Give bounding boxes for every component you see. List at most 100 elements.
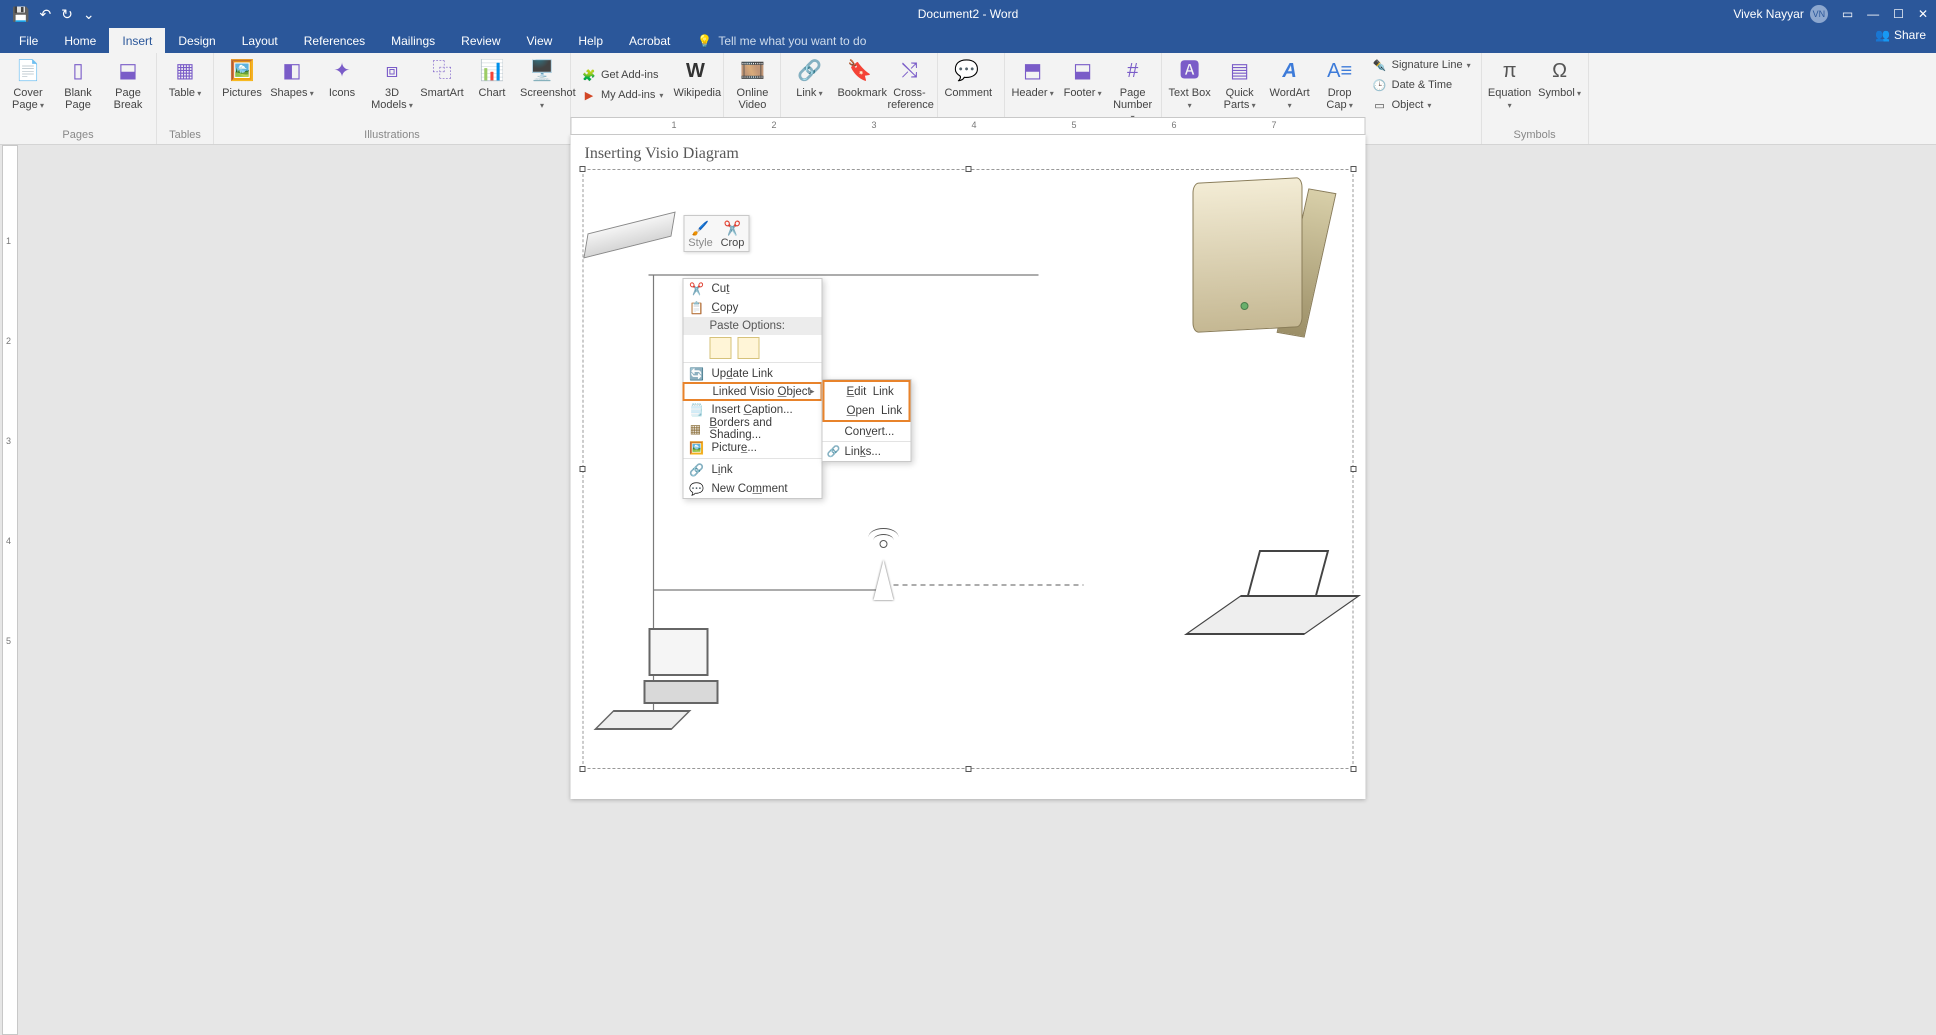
desktop-pc-shape bbox=[604, 628, 744, 748]
horizontal-ruler: 1 2 3 4 5 6 7 bbox=[571, 117, 1366, 135]
tab-mailings[interactable]: Mailings bbox=[378, 28, 448, 53]
crop-button[interactable]: ✂️ Crop bbox=[717, 216, 749, 251]
submenu-edit-link[interactable]: Edit Link bbox=[825, 382, 909, 401]
window-title: Document2 - Word bbox=[918, 7, 1018, 21]
text-box-button[interactable]: 🅰Text Box bbox=[1168, 55, 1212, 111]
icons-button[interactable]: ✦Icons bbox=[320, 55, 364, 99]
lightbulb-icon: 💡 bbox=[697, 34, 712, 48]
close-icon[interactable]: ✕ bbox=[1918, 7, 1928, 21]
header-button[interactable]: ⬒Header bbox=[1011, 55, 1055, 99]
paste-options-header: Paste Options: bbox=[684, 317, 822, 335]
page-break-button[interactable]: ⬓Page Break bbox=[106, 55, 150, 111]
chart-button[interactable]: 📊Chart bbox=[470, 55, 514, 99]
redo-icon[interactable]: ↻ bbox=[61, 6, 73, 23]
quick-access-toolbar: 💾 ↶ ↻ ⌄ bbox=[0, 6, 95, 23]
bookmark-button[interactable]: 🔖Bookmark bbox=[837, 55, 881, 99]
document-heading: Inserting Visio Diagram bbox=[585, 145, 1358, 163]
context-update-link[interactable]: 🔄Update Link bbox=[684, 364, 822, 383]
ribbon-tabs: File Home Insert Design Layout Reference… bbox=[0, 28, 1936, 53]
tell-me-search[interactable]: 💡 Tell me what you want to do bbox=[697, 28, 866, 53]
quick-parts-button[interactable]: ▤Quick Parts bbox=[1218, 55, 1262, 111]
maximize-icon[interactable]: ☐ bbox=[1893, 7, 1904, 21]
wireless-ap-shape bbox=[874, 540, 894, 600]
tell-me-placeholder: Tell me what you want to do bbox=[718, 34, 866, 48]
undo-icon[interactable]: ↶ bbox=[39, 6, 51, 23]
style-button[interactable]: 🖌️ Style bbox=[685, 216, 717, 251]
link-button[interactable]: 🔗Link bbox=[787, 55, 831, 99]
share-icon: 👥 bbox=[1875, 28, 1890, 42]
tab-acrobat[interactable]: Acrobat bbox=[616, 28, 683, 53]
context-new-comment[interactable]: 💬New Comment bbox=[684, 479, 822, 498]
online-video-button[interactable]: 🎞️Online Video bbox=[730, 55, 774, 111]
borders-icon: ▦ bbox=[688, 422, 704, 436]
page-number-button[interactable]: #Page Number bbox=[1111, 55, 1155, 123]
tab-review[interactable]: Review bbox=[448, 28, 513, 53]
group-symbols: πEquation ΩSymbol Symbols bbox=[1482, 53, 1589, 144]
date-time-button[interactable]: 🕒Date & Time bbox=[1368, 75, 1475, 95]
context-linked-visio-object[interactable]: Linked Visio Object bbox=[683, 382, 823, 401]
context-link[interactable]: 🔗Link bbox=[684, 460, 822, 479]
object-button[interactable]: ▭Object ▾ bbox=[1368, 95, 1475, 115]
context-picture[interactable]: 🖼️Picture... bbox=[684, 438, 822, 457]
blank-page-button[interactable]: ▯Blank Page bbox=[56, 55, 100, 111]
embedded-visio-object[interactable]: 🖌️ Style ✂️ Crop ✂️Cut 📋Copy Paste Optio… bbox=[583, 169, 1354, 769]
group-tables: ▦Table Tables bbox=[157, 53, 214, 144]
signature-line-button[interactable]: ✒️Signature Line ▾ bbox=[1368, 55, 1475, 75]
context-menu: ✂️Cut 📋Copy Paste Options: 🔄Update Link … bbox=[683, 278, 823, 499]
shapes-button[interactable]: ◧Shapes bbox=[270, 55, 314, 99]
drop-cap-button[interactable]: A≡Drop Cap bbox=[1318, 55, 1362, 111]
copy-icon: 📋 bbox=[688, 301, 706, 315]
save-icon[interactable]: 💾 bbox=[12, 6, 29, 23]
pictures-button[interactable]: 🖼️Pictures bbox=[220, 55, 264, 99]
tab-design[interactable]: Design bbox=[165, 28, 228, 53]
smartart-button[interactable]: ⿻SmartArt bbox=[420, 55, 464, 99]
user-name: Vivek Nayyar bbox=[1733, 7, 1803, 21]
screenshot-button[interactable]: 🖥️Screenshot bbox=[520, 55, 564, 111]
tab-help[interactable]: Help bbox=[565, 28, 616, 53]
equation-button[interactable]: πEquation bbox=[1488, 55, 1532, 111]
picture-icon: 🖼️ bbox=[688, 441, 706, 455]
ribbon-display-icon[interactable]: ▭ bbox=[1842, 7, 1853, 21]
link-icon: 🔗 bbox=[688, 463, 706, 477]
account-button[interactable]: Vivek Nayyar VN bbox=[1733, 5, 1827, 23]
footer-button[interactable]: ⬓Footer bbox=[1061, 55, 1105, 99]
mini-toolbar: 🖌️ Style ✂️ Crop bbox=[684, 215, 750, 252]
context-copy[interactable]: 📋Copy bbox=[684, 298, 822, 317]
title-bar: 💾 ↶ ↻ ⌄ Document2 - Word Vivek Nayyar VN… bbox=[0, 0, 1936, 28]
3d-models-button[interactable]: ⧈3D Models bbox=[370, 55, 414, 111]
tab-home[interactable]: Home bbox=[51, 28, 109, 53]
paste-option-2[interactable] bbox=[738, 337, 760, 359]
submenu-links[interactable]: 🔗Links... bbox=[823, 442, 911, 461]
comment-icon: 💬 bbox=[688, 482, 706, 496]
symbol-button[interactable]: ΩSymbol bbox=[1538, 55, 1582, 99]
minimize-icon[interactable]: — bbox=[1867, 7, 1879, 21]
cover-page-button[interactable]: 📄Cover Page bbox=[6, 55, 50, 111]
tab-insert[interactable]: Insert bbox=[109, 28, 165, 53]
get-addins-button[interactable]: 🧩Get Add-ins bbox=[577, 65, 667, 85]
linked-object-submenu: Edit Link Open Link Convert... 🔗Links... bbox=[822, 379, 912, 462]
caption-icon: 🗒️ bbox=[688, 403, 706, 417]
cross-reference-button[interactable]: ⤭Cross-reference bbox=[887, 55, 931, 111]
paste-option-1[interactable] bbox=[710, 337, 732, 359]
comment-button[interactable]: 💬Comment bbox=[944, 55, 988, 99]
submenu-convert[interactable]: Convert... bbox=[823, 422, 911, 441]
my-addins-button[interactable]: ▶My Add-ins ▾ bbox=[577, 85, 667, 105]
submenu-open-link[interactable]: Open Link bbox=[825, 401, 909, 420]
group-illustrations: 🖼️Pictures ◧Shapes ✦Icons ⧈3D Models ⿻Sm… bbox=[214, 53, 571, 144]
context-cut[interactable]: ✂️Cut bbox=[684, 279, 822, 298]
tab-view[interactable]: View bbox=[514, 28, 566, 53]
style-icon: 🖌️ bbox=[687, 219, 715, 237]
context-borders-shading[interactable]: ▦Borders and Shading... bbox=[684, 419, 822, 438]
table-button[interactable]: ▦Table bbox=[163, 55, 207, 99]
wordart-button[interactable]: AWordArt bbox=[1268, 55, 1312, 111]
page[interactable]: 1 2 3 4 5 6 7 Inserting Visio Diagram bbox=[571, 135, 1366, 799]
tab-layout[interactable]: Layout bbox=[229, 28, 291, 53]
vertical-ruler: 1 2 3 4 5 bbox=[2, 145, 18, 1035]
wikipedia-button[interactable]: WWikipedia bbox=[673, 55, 717, 99]
share-button[interactable]: 👥 Share bbox=[1875, 28, 1926, 42]
customize-qat-icon[interactable]: ⌄ bbox=[83, 6, 95, 23]
tab-references[interactable]: References bbox=[291, 28, 378, 53]
document-workspace: 1 2 3 4 5 1 2 3 4 5 6 7 Inserting Visio … bbox=[0, 145, 1936, 1035]
laptop-shape bbox=[1213, 550, 1343, 650]
tab-file[interactable]: File bbox=[6, 28, 51, 53]
